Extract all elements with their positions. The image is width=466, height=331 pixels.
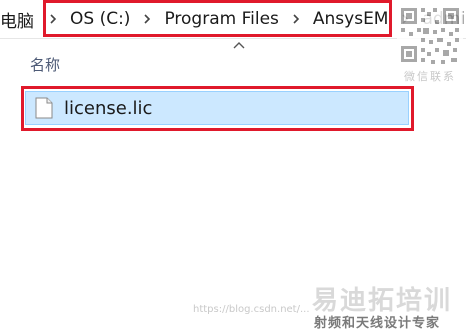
chevron-up-icon[interactable] (233, 41, 245, 50)
chevron-right-icon[interactable] (140, 12, 154, 26)
file-row[interactable]: license.lic (25, 91, 409, 125)
breadcrumb-item-program-files[interactable]: Program Files (158, 9, 284, 29)
breadcrumb-item-pc[interactable]: 电脑 (0, 7, 42, 32)
chevron-right-icon[interactable] (289, 12, 303, 26)
column-header-name[interactable]: 名称 (30, 54, 60, 75)
document-icon (35, 97, 53, 119)
watermark-subtitle: 射频和天线设计专家 (314, 316, 441, 331)
breadcrumb-item-drive[interactable]: OS (C:) (64, 9, 136, 29)
file-name: license.lic (64, 97, 153, 119)
qr-caption: 微信联系 (404, 70, 456, 83)
chevron-right-icon[interactable] (46, 12, 60, 26)
qr-code-image (397, 4, 463, 66)
watermark-url: https://blog.csdn.net/... (193, 304, 310, 315)
breadcrumb-item-ansysem[interactable]: AnsysEM (307, 9, 395, 29)
